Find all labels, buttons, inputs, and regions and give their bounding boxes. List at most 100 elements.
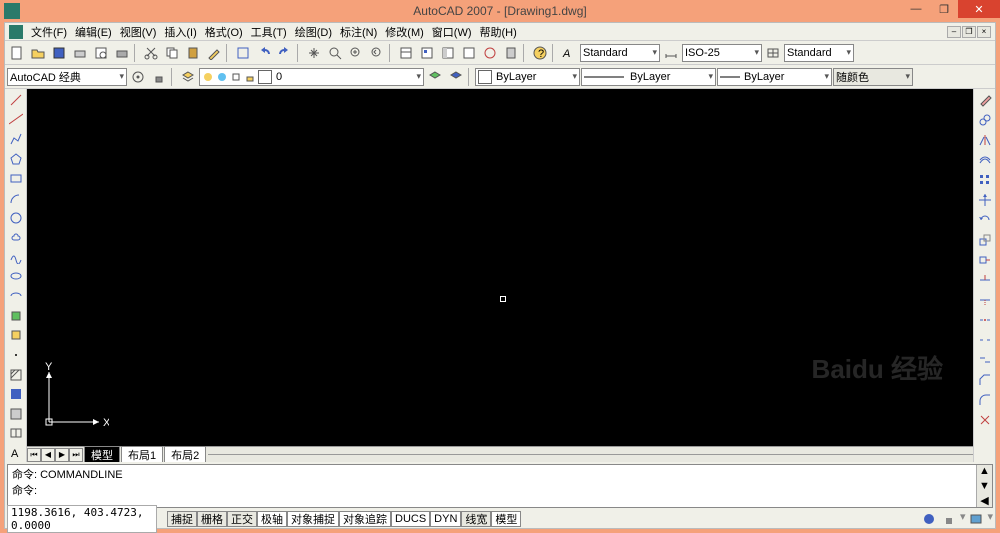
model-toggle[interactable]: 模型: [491, 511, 521, 527]
ellipse-icon[interactable]: [7, 268, 25, 286]
extend-icon[interactable]: [976, 291, 994, 309]
workspace-lock-icon[interactable]: [149, 67, 169, 87]
rectangle-icon[interactable]: [7, 170, 25, 188]
copy-icon[interactable]: [162, 43, 182, 63]
menu-draw[interactable]: 绘图(D): [291, 24, 336, 40]
make-block-icon[interactable]: [7, 327, 25, 345]
spline-icon[interactable]: [7, 248, 25, 266]
stretch-icon[interactable]: [976, 251, 994, 269]
menu-file[interactable]: 文件(F): [27, 24, 71, 40]
line-icon[interactable]: [7, 91, 25, 109]
zoom-window-icon[interactable]: [346, 43, 366, 63]
quickcalc-icon[interactable]: [501, 43, 521, 63]
dyn-toggle[interactable]: DYN: [430, 511, 461, 527]
minimize-button[interactable]: —: [902, 0, 930, 18]
point-icon[interactable]: [7, 346, 25, 364]
tab-next-button[interactable]: ▶: [55, 448, 69, 462]
tab-last-button[interactable]: ⏭: [69, 448, 83, 462]
doc-restore-button[interactable]: ❐: [962, 26, 976, 38]
layer-properties-icon[interactable]: [178, 67, 198, 87]
osnap-toggle[interactable]: 对象捕捉: [287, 511, 339, 527]
offset-icon[interactable]: [976, 151, 994, 169]
workspace-combo[interactable]: AutoCAD 经典: [7, 68, 127, 86]
gradient-icon[interactable]: [7, 385, 25, 403]
save-icon[interactable]: [49, 43, 69, 63]
circle-icon[interactable]: [7, 209, 25, 227]
fillet-icon[interactable]: [976, 391, 994, 409]
snap-toggle[interactable]: 捕捉: [167, 511, 197, 527]
mirror-icon[interactable]: [976, 131, 994, 149]
text-style-icon[interactable]: A: [559, 43, 579, 63]
tab-layout2[interactable]: 布局2: [164, 446, 206, 462]
dim-style-combo[interactable]: ISO-25: [682, 44, 762, 62]
redo-icon[interactable]: [275, 43, 295, 63]
layer-combo[interactable]: 0: [199, 68, 424, 86]
dim-style-icon[interactable]: [661, 43, 681, 63]
doc-minimize-button[interactable]: –: [947, 26, 961, 38]
polar-toggle[interactable]: 极轴: [257, 511, 287, 527]
arc-icon[interactable]: [7, 189, 25, 207]
erase-icon[interactable]: [976, 91, 994, 109]
table-style-icon[interactable]: [763, 43, 783, 63]
otrack-toggle[interactable]: 对象追踪: [339, 511, 391, 527]
block-editor-icon[interactable]: [233, 43, 253, 63]
break-icon[interactable]: [976, 331, 994, 349]
zoom-realtime-icon[interactable]: [325, 43, 345, 63]
explode-icon[interactable]: [976, 411, 994, 429]
help-icon[interactable]: ?: [530, 43, 550, 63]
clean-screen-icon[interactable]: [967, 510, 985, 528]
close-button[interactable]: ✕: [958, 0, 1000, 18]
copy-obj-icon[interactable]: [976, 111, 994, 129]
move-icon[interactable]: [976, 191, 994, 209]
table-icon[interactable]: [7, 425, 25, 443]
region-icon[interactable]: [7, 405, 25, 423]
ortho-toggle[interactable]: 正交: [227, 511, 257, 527]
plot-icon[interactable]: [70, 43, 90, 63]
doc-close-button[interactable]: ×: [977, 26, 991, 38]
revcloud-icon[interactable]: [7, 228, 25, 246]
paste-icon[interactable]: [183, 43, 203, 63]
mtext-icon[interactable]: A: [7, 444, 25, 462]
menu-help[interactable]: 帮助(H): [476, 24, 521, 40]
color-combo[interactable]: ByLayer: [475, 68, 580, 86]
rotate-icon[interactable]: [976, 211, 994, 229]
lineweight-combo[interactable]: ByLayer: [717, 68, 832, 86]
break-at-point-icon[interactable]: [976, 311, 994, 329]
layer-previous-icon[interactable]: [446, 67, 466, 87]
design-center-icon[interactable]: [417, 43, 437, 63]
trim-icon[interactable]: [976, 271, 994, 289]
scale-icon[interactable]: [976, 231, 994, 249]
menu-edit[interactable]: 编辑(E): [71, 24, 116, 40]
menu-dimension[interactable]: 标注(N): [336, 24, 381, 40]
menu-format[interactable]: 格式(O): [201, 24, 247, 40]
table-style-combo[interactable]: Standard: [784, 44, 854, 62]
array-icon[interactable]: [976, 171, 994, 189]
workspace-settings-icon[interactable]: [128, 67, 148, 87]
tab-first-button[interactable]: ⏮: [27, 448, 41, 462]
properties-icon[interactable]: [396, 43, 416, 63]
sheet-set-icon[interactable]: [459, 43, 479, 63]
xline-icon[interactable]: [7, 111, 25, 129]
ducs-toggle[interactable]: DUCS: [391, 511, 430, 527]
text-style-combo[interactable]: Standard: [580, 44, 660, 62]
join-icon[interactable]: [976, 351, 994, 369]
menu-window[interactable]: 窗口(W): [428, 24, 476, 40]
publish-icon[interactable]: [112, 43, 132, 63]
layer-states-icon[interactable]: [425, 67, 445, 87]
command-scrollbar[interactable]: ▲▼◀: [976, 465, 992, 507]
chamfer-icon[interactable]: [976, 371, 994, 389]
open-icon[interactable]: [28, 43, 48, 63]
linetype-combo[interactable]: ByLayer: [581, 68, 716, 86]
lock-ui-icon[interactable]: [940, 510, 958, 528]
menu-tools[interactable]: 工具(T): [247, 24, 291, 40]
match-properties-icon[interactable]: [204, 43, 224, 63]
plotstyle-combo[interactable]: 随颜色: [833, 68, 913, 86]
markup-icon[interactable]: [480, 43, 500, 63]
menu-view[interactable]: 视图(V): [116, 24, 161, 40]
menu-modify[interactable]: 修改(M): [381, 24, 428, 40]
lwt-toggle[interactable]: 线宽: [461, 511, 491, 527]
comm-center-icon[interactable]: [920, 510, 938, 528]
tab-model[interactable]: 模型: [84, 446, 120, 462]
zoom-previous-icon[interactable]: [367, 43, 387, 63]
tab-prev-button[interactable]: ◀: [41, 448, 55, 462]
